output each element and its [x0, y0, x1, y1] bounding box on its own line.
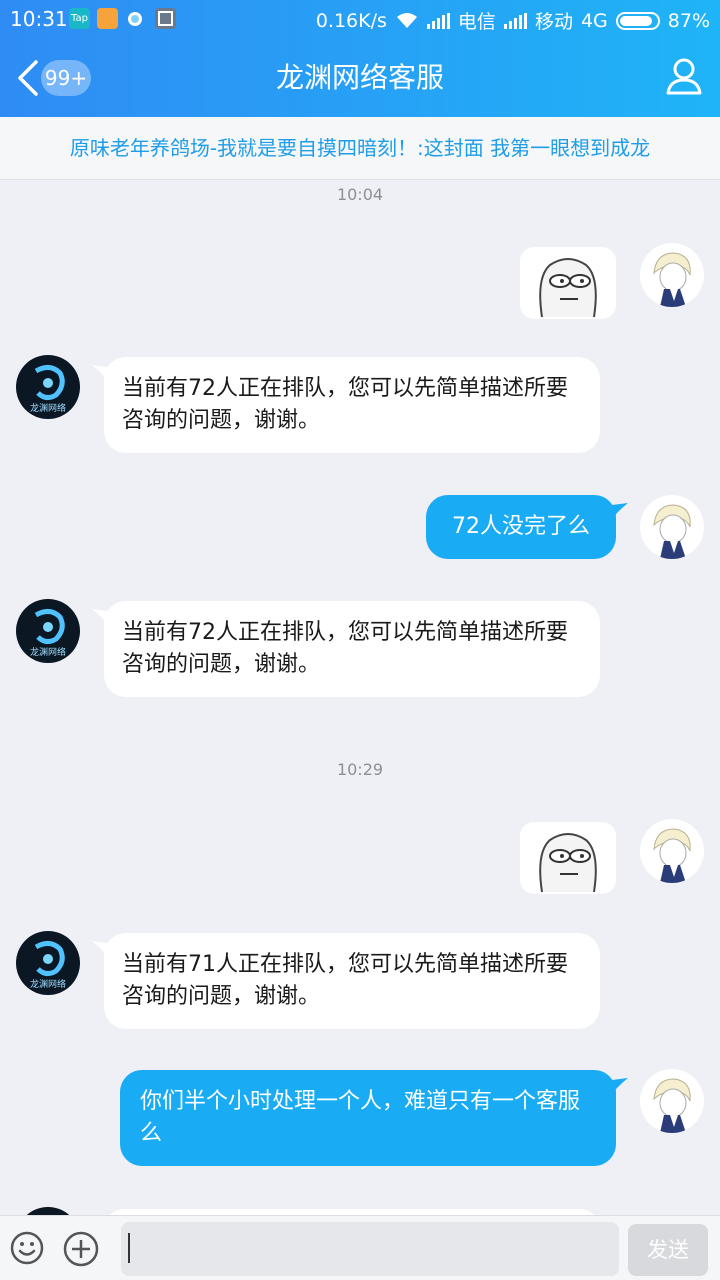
taptap-icon: Tap [69, 8, 90, 29]
sticker-message[interactable] [520, 247, 616, 319]
header: 10:31 Tap 0.16K/s 电信 移动 4G 87% 99+ 龙渊网络客… [0, 0, 720, 117]
incoming-message[interactable]: 当前有72人正在排队，您可以先简单描述所要咨询的问题，谢谢。 [104, 357, 600, 453]
message-input[interactable] [121, 1222, 619, 1276]
user-avatar[interactable] [640, 1069, 704, 1133]
user-avatar[interactable] [640, 243, 704, 307]
status-time: 10:31 [10, 7, 68, 31]
carrier-2: 移动 [534, 11, 573, 33]
app-icon-gallery [155, 8, 176, 29]
app-icon-orange [97, 8, 118, 29]
user-avatar[interactable] [640, 495, 704, 559]
profile-icon[interactable] [664, 56, 704, 96]
sticker-message[interactable] [520, 822, 616, 894]
text-caret [128, 1233, 130, 1263]
message-text: 当前有72人正在排队，您可以先简单描述所要咨询的问题，谢谢。 [122, 376, 568, 433]
network-type: 4G [580, 9, 608, 32]
network-speed: 0.16K/s [315, 9, 387, 32]
incoming-message[interactable]: 当前有71人正在排队，您可以先简单描述所要咨询的问题，谢谢。 [104, 933, 600, 1029]
incoming-message[interactable]: 当前有72人正在排队，您可以先简单描述所要咨询的问题，谢谢。 [104, 601, 600, 697]
bot-logo-text: 龙渊网络 [30, 402, 66, 414]
outgoing-message[interactable]: 你们半个小时处理一个人，难道只有一个客服么 [120, 1070, 616, 1166]
message-text: 当前有71人正在排队，您可以先简单描述所要咨询的问题，谢谢。 [122, 952, 568, 1009]
battery-icon [615, 11, 660, 30]
bot-avatar[interactable]: 龙渊网络 [16, 599, 80, 663]
input-bar: 发送 [0, 1215, 720, 1280]
bot-avatar[interactable]: 龙渊网络 [16, 355, 80, 419]
send-button[interactable]: 发送 [628, 1224, 708, 1276]
wifi-icon [396, 12, 417, 28]
bubble-tail [612, 503, 628, 519]
status-right: 0.16K/s 电信 移动 4G 87% [316, 7, 710, 34]
timestamp: 10:04 [336, 185, 384, 204]
bubble-tail [612, 1078, 628, 1094]
battery-percent: 87% [667, 9, 710, 32]
group-notice-banner[interactable]: 原味老年养鸽场-我就是要自摸四暗刻！:这封面 我第一眼想到成龙 [0, 117, 720, 180]
message-text: 你们半个小时处理一个人，难道只有一个客服么 [140, 1089, 581, 1146]
message-text: 72人没完了么 [452, 514, 590, 539]
chat-area[interactable]: 10:04 龙渊网络 当前有72人正在排队，您可以先简单描述所要咨询的问题，谢谢… [0, 181, 720, 1215]
emoji-icon[interactable] [10, 1231, 44, 1265]
bot-avatar[interactable]: 龙渊网络 [16, 931, 80, 995]
bot-avatar[interactable] [16, 1207, 80, 1215]
outgoing-message[interactable]: 72人没完了么 [426, 495, 616, 559]
page-title: 龙渊网络客服 [275, 61, 444, 94]
signal-icon-1 [426, 12, 450, 29]
timestamp: 10:29 [336, 760, 384, 779]
meme-face-icon [539, 258, 597, 318]
status-bar: 10:31 Tap 0.16K/s 电信 移动 4G 87% [0, 0, 720, 38]
user-avatar[interactable] [640, 819, 704, 883]
bot-logo-text: 龙渊网络 [30, 646, 66, 658]
bot-logo-text: 龙渊网络 [30, 978, 66, 990]
meme-face-icon [539, 833, 597, 893]
message-text: 当前有72人正在排队，您可以先简单描述所要咨询的问题，谢谢。 [122, 620, 568, 677]
plus-icon[interactable] [63, 1231, 99, 1267]
carrier-1: 电信 [457, 11, 496, 33]
signal-icon-2 [503, 12, 527, 29]
app-icon-bubble [125, 8, 146, 29]
